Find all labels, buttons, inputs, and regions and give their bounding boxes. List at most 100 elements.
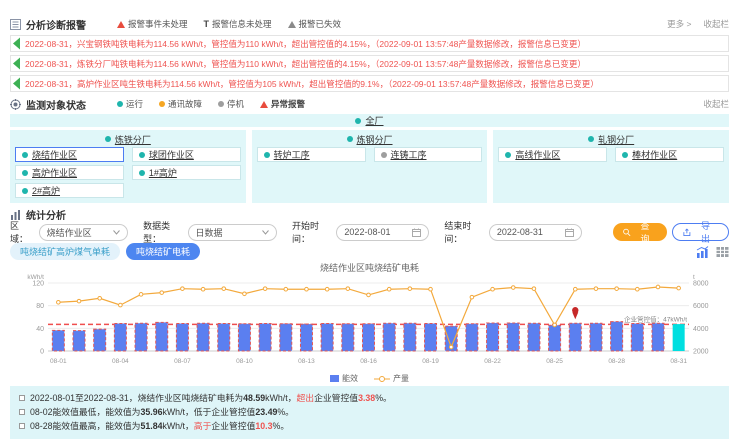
chart-bar[interactable]	[156, 322, 168, 351]
chart-bar[interactable]	[673, 324, 685, 351]
alert-row[interactable]: 2022-08-31，兴宝钢铁吨铁电耗为114.56 kWh/t，管控值为110…	[10, 35, 729, 52]
line-point[interactable]	[243, 292, 247, 296]
line-point[interactable]	[470, 295, 474, 299]
chart-bar[interactable]	[425, 324, 437, 351]
chart-bar[interactable]	[259, 324, 271, 351]
chart-bar[interactable]	[487, 323, 499, 351]
end-date-input[interactable]: 2022-08-31	[489, 224, 582, 241]
line-point[interactable]	[346, 287, 350, 291]
line-point[interactable]	[656, 285, 660, 289]
chart-bar[interactable]	[342, 324, 354, 351]
line-point[interactable]	[408, 287, 412, 291]
tab-electricity-consumption[interactable]: 吨烧结矿电耗	[126, 243, 200, 260]
monitor-item-label: 高线作业区	[515, 148, 560, 161]
line-point[interactable]	[263, 287, 267, 291]
chart-bar[interactable]	[176, 324, 188, 351]
chart-bar[interactable]	[569, 323, 581, 351]
line-point[interactable]	[201, 287, 205, 291]
plant-root-link[interactable]: 全厂	[365, 114, 383, 127]
line-point[interactable]	[57, 300, 61, 304]
line-point[interactable]	[677, 286, 681, 290]
line-point[interactable]	[181, 287, 185, 291]
monitor-item[interactable]: 2#高炉	[15, 183, 124, 198]
chart-bar[interactable]	[238, 324, 250, 351]
region-select[interactable]: 烧结作业区	[39, 224, 129, 241]
x-axis-tick: 08-01	[50, 358, 67, 365]
collapse-link[interactable]: 收起栏	[703, 98, 729, 110]
monitor-item[interactable]: 连铸工序	[374, 147, 483, 162]
line-point[interactable]	[573, 287, 577, 291]
monitor-item[interactable]: 1#高炉	[132, 165, 241, 180]
line-point[interactable]	[119, 303, 123, 307]
monitor-item[interactable]: 高炉作业区	[15, 165, 124, 180]
chart-bar[interactable]	[528, 323, 540, 351]
line-point[interactable]	[387, 287, 391, 291]
chart-bar[interactable]	[52, 330, 64, 351]
legend-running: 运行	[117, 98, 143, 110]
line-point[interactable]	[491, 287, 495, 291]
line-point[interactable]	[511, 286, 515, 290]
chart-bar[interactable]	[404, 323, 416, 351]
chart-bar[interactable]	[652, 323, 664, 351]
chart-bar[interactable]	[218, 324, 230, 351]
chart-bar[interactable]	[94, 329, 106, 351]
chart-bar[interactable]	[135, 323, 147, 351]
group-link[interactable]: 炼铁分厂	[115, 133, 151, 146]
line-point[interactable]	[305, 287, 309, 291]
chart-bar[interactable]	[73, 331, 85, 351]
alert-row[interactable]: 2022-08-31，高炉作业区吨生铁电耗为114.56 kWh/t，管控值为1…	[10, 75, 729, 92]
export-button[interactable]: 导 出	[672, 223, 729, 241]
status-dot-icon	[22, 152, 28, 158]
query-button[interactable]: 查 询	[613, 223, 668, 241]
legend-production[interactable]: 产量	[374, 373, 409, 384]
more-link[interactable]: 更多 >	[667, 18, 691, 30]
chart-bar[interactable]	[507, 323, 519, 351]
summary-segment: 2022-08-01至2022-08-31，烧结作业区吨烧结矿电耗为	[30, 393, 243, 403]
chart-bar[interactable]	[549, 325, 561, 351]
monitor-item[interactable]: 转炉工序	[257, 147, 366, 162]
line-point[interactable]	[222, 287, 226, 291]
monitor-item[interactable]: 高线作业区	[498, 147, 607, 162]
line-point[interactable]	[615, 287, 619, 291]
chart-bar[interactable]	[300, 324, 312, 351]
line-point[interactable]	[594, 287, 598, 291]
chart-bar[interactable]	[363, 324, 375, 351]
table-view-icon[interactable]	[716, 246, 729, 258]
warning-triangle-icon	[288, 21, 296, 28]
alert-row[interactable]: 2022-08-31，炼铁分厂吨铁电耗为114.56 kWh/t，管控值为110…	[10, 55, 729, 72]
chart-bar[interactable]	[280, 324, 292, 351]
chart-bar[interactable]	[590, 323, 602, 351]
monitor-item[interactable]: 烧结作业区	[15, 147, 124, 162]
summary-segment: 超出	[296, 393, 314, 403]
chart-bar[interactable]	[321, 324, 333, 351]
line-legend-swatch	[374, 375, 390, 383]
tab-gas-unit-consumption[interactable]: 吨烧结矿高炉煤气单耗	[10, 243, 120, 260]
line-point[interactable]	[284, 287, 288, 291]
line-point[interactable]	[429, 287, 433, 291]
line-point[interactable]	[98, 297, 102, 301]
line-point[interactable]	[449, 345, 453, 349]
line-point[interactable]	[325, 287, 329, 291]
collapse-link[interactable]: 收起栏	[703, 18, 729, 30]
group-link[interactable]: 炼钢分厂	[357, 133, 393, 146]
line-point[interactable]	[160, 291, 164, 295]
chart-bar[interactable]	[114, 324, 126, 351]
chart-view-icon[interactable]	[696, 246, 709, 258]
line-point[interactable]	[636, 287, 640, 291]
monitor-item[interactable]: 球团作业区	[132, 147, 241, 162]
line-point[interactable]	[139, 293, 143, 297]
line-point[interactable]	[77, 299, 81, 303]
legend-energy[interactable]: 能效	[330, 373, 358, 384]
chart-bar[interactable]	[383, 323, 395, 351]
line-point[interactable]	[367, 293, 371, 297]
datatype-select[interactable]: 日数据	[188, 224, 278, 241]
line-point[interactable]	[532, 287, 536, 291]
chart-bar[interactable]	[466, 324, 478, 351]
start-date-input[interactable]: 2022-08-01	[336, 224, 429, 241]
chart-bar[interactable]	[611, 322, 623, 351]
monitor-item[interactable]: 棒材作业区	[615, 147, 724, 162]
line-point[interactable]	[553, 323, 557, 327]
group-link[interactable]: 轧钢分厂	[598, 133, 634, 146]
chart-bar[interactable]	[197, 323, 209, 351]
chart-bar[interactable]	[631, 324, 643, 351]
